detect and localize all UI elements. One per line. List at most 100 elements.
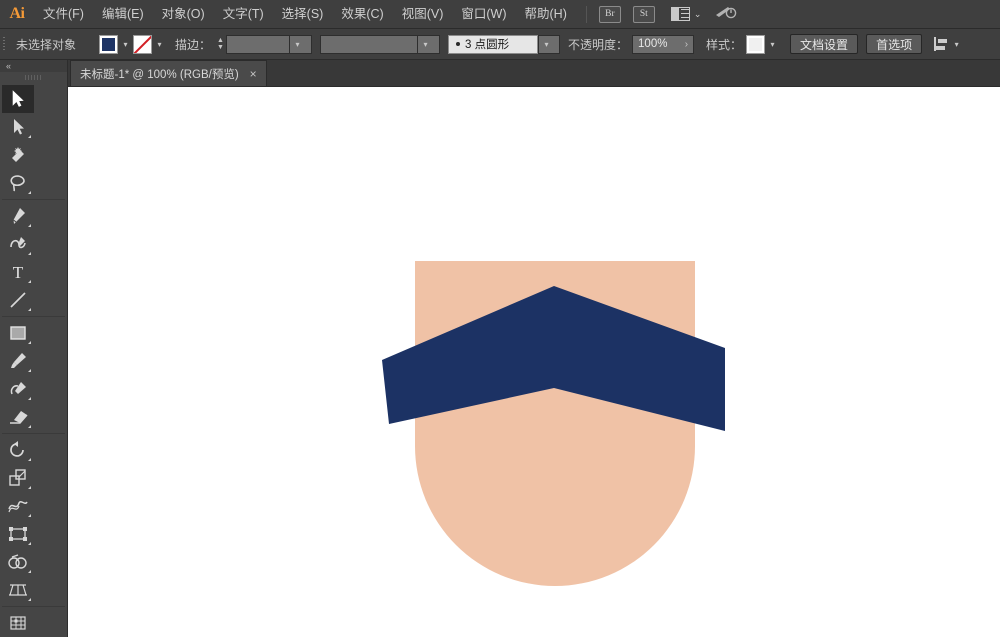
tool-group-indicator-icon: [28, 397, 31, 400]
menu-bar: Ai 文件(F) 编辑(E) 对象(O) 文字(T) 选择(S) 效果(C) 视…: [0, 0, 1000, 29]
selection-status-label: 未选择对象: [9, 36, 99, 53]
tool-group-indicator-icon: [28, 458, 31, 461]
stroke-weight-stepper[interactable]: ▲▼: [215, 35, 226, 54]
stroke-weight-dropdown[interactable]: ▾: [290, 35, 312, 54]
tool-group-indicator-icon: [28, 486, 31, 489]
menu-type[interactable]: 文字(T): [214, 0, 273, 29]
tool-group-indicator-icon: [28, 341, 31, 344]
search-adobe-stock-icon[interactable]: [715, 4, 737, 25]
stroke-color-swatch[interactable]: [133, 35, 152, 54]
tool-divider: [2, 316, 65, 317]
tool-group-indicator-icon: [28, 191, 31, 194]
type-tool[interactable]: T: [2, 258, 34, 286]
align-chevron-down-icon[interactable]: ▾: [949, 35, 964, 54]
tool-group-indicator-icon: [28, 280, 31, 283]
control-bar: 未选择对象 ▾ ▾ 描边： ▲▼ ▾ ▾ 3 点圆形 ▾: [0, 29, 1000, 60]
brush-definition-chevron[interactable]: ▾: [538, 35, 560, 54]
stock-button[interactable]: St: [633, 6, 655, 23]
chevron-down-icon: ▾: [290, 36, 305, 53]
paintbrush-tool[interactable]: [2, 347, 34, 375]
stroke-dropdown-chevron-down-icon[interactable]: ▾: [152, 35, 167, 54]
graphic-style-swatch[interactable]: [746, 35, 765, 54]
menu-object[interactable]: 对象(O): [153, 0, 214, 29]
illustrator-window: Ai 文件(F) 编辑(E) 对象(O) 文字(T) 选择(S) 效果(C) 视…: [0, 0, 1000, 637]
tool-group-indicator-icon: [28, 542, 31, 545]
opacity-input[interactable]: 100% ›: [632, 35, 694, 54]
tool-divider: [2, 199, 65, 200]
tool-group-indicator-icon: [28, 570, 31, 573]
fill-color-swatch[interactable]: [99, 35, 118, 54]
lasso-tool[interactable]: [2, 169, 34, 197]
tool-group-indicator-icon: [28, 514, 31, 517]
curvature-tool[interactable]: [2, 230, 34, 258]
tool-group-indicator-icon: [28, 369, 31, 372]
tool-group-indicator-icon: [28, 308, 31, 311]
shape-builder-tool[interactable]: [2, 548, 34, 576]
align-objects-icon[interactable]: [934, 37, 949, 51]
fill-dropdown-chevron-down-icon[interactable]: ▾: [118, 35, 133, 54]
arrange-documents-icon: [671, 7, 690, 21]
close-icon[interactable]: ×: [250, 68, 257, 80]
menu-view[interactable]: 视图(V): [393, 0, 453, 29]
rotate-tool[interactable]: [2, 436, 34, 464]
width-tool[interactable]: [2, 492, 34, 520]
chevron-down-icon: ▾: [418, 36, 433, 53]
free-transform-tool[interactable]: [2, 520, 34, 548]
menu-help[interactable]: 帮助(H): [516, 0, 576, 29]
menu-window[interactable]: 窗口(W): [452, 0, 515, 29]
document-tab-title: 未标题-1* @ 100% (RGB/预览): [80, 66, 239, 82]
tool-group-indicator-icon: [28, 135, 31, 138]
bridge-button[interactable]: Br: [599, 6, 621, 23]
no-stroke-icon: [134, 36, 151, 53]
tool-group-indicator-icon: [28, 425, 31, 428]
artwork: [68, 87, 1000, 637]
style-label: 样式：: [706, 36, 742, 53]
magic-wand-tool[interactable]: [2, 141, 34, 169]
brush-definition-dropdown[interactable]: 3 点圆形: [448, 35, 538, 54]
menu-edit[interactable]: 编辑(E): [93, 0, 153, 29]
collapse-panel-icon[interactable]: «: [6, 61, 11, 71]
app-logo: Ai: [0, 0, 34, 29]
tool-group-indicator-icon: [28, 252, 31, 255]
arrange-documents-button[interactable]: ⌄: [671, 7, 702, 21]
menu-file[interactable]: 文件(F): [34, 0, 93, 29]
tool-group-indicator-icon: [28, 598, 31, 601]
preferences-button[interactable]: 首选项: [866, 34, 922, 54]
svg-text:T: T: [13, 263, 24, 281]
style-chevron-down-icon[interactable]: ▾: [765, 35, 780, 54]
tool-grid: T: [0, 83, 67, 637]
control-bar-grip[interactable]: [0, 29, 9, 60]
opacity-options-icon[interactable]: ›: [685, 39, 688, 50]
rectangle-tool[interactable]: [2, 319, 34, 347]
stroke-profile-dropdown[interactable]: [320, 35, 418, 54]
brush-stroke-icon: [456, 42, 460, 46]
stroke-weight-input[interactable]: [226, 35, 290, 54]
menu-select[interactable]: 选择(S): [273, 0, 333, 29]
document-tab-bar: 未标题-1* @ 100% (RGB/预览) ×: [0, 60, 1000, 87]
tool-divider: [2, 433, 65, 434]
line-segment-tool[interactable]: [2, 286, 34, 314]
tools-panel-header: «: [0, 60, 67, 72]
canvas-area[interactable]: [68, 87, 1000, 637]
menu-divider: [586, 6, 587, 23]
tool-group-indicator-icon: [28, 224, 31, 227]
chevron-down-icon: ⌄: [694, 9, 702, 20]
scale-tool[interactable]: [2, 464, 34, 492]
opacity-label: 不透明度：: [568, 36, 628, 53]
pencil-tool[interactable]: [2, 375, 34, 403]
stroke-weight-label: 描边：: [175, 36, 211, 53]
tool-divider: [2, 606, 65, 607]
stroke-profile-chevron[interactable]: ▾: [418, 35, 440, 54]
direct-selection-tool[interactable]: [2, 113, 34, 141]
document-tab[interactable]: 未标题-1* @ 100% (RGB/预览) ×: [70, 60, 267, 86]
menu-effect[interactable]: 效果(C): [332, 0, 392, 29]
chevron-down-icon: ▾: [539, 36, 554, 53]
pen-tool[interactable]: [2, 202, 34, 230]
mesh-tool[interactable]: [2, 609, 34, 637]
perspective-grid-tool[interactable]: [2, 576, 34, 604]
selection-tool[interactable]: [2, 85, 34, 113]
tools-panel: «: [0, 60, 68, 637]
tools-panel-grip[interactable]: [0, 72, 67, 83]
document-setup-button[interactable]: 文档设置: [790, 34, 858, 54]
eraser-tool[interactable]: [2, 403, 34, 431]
